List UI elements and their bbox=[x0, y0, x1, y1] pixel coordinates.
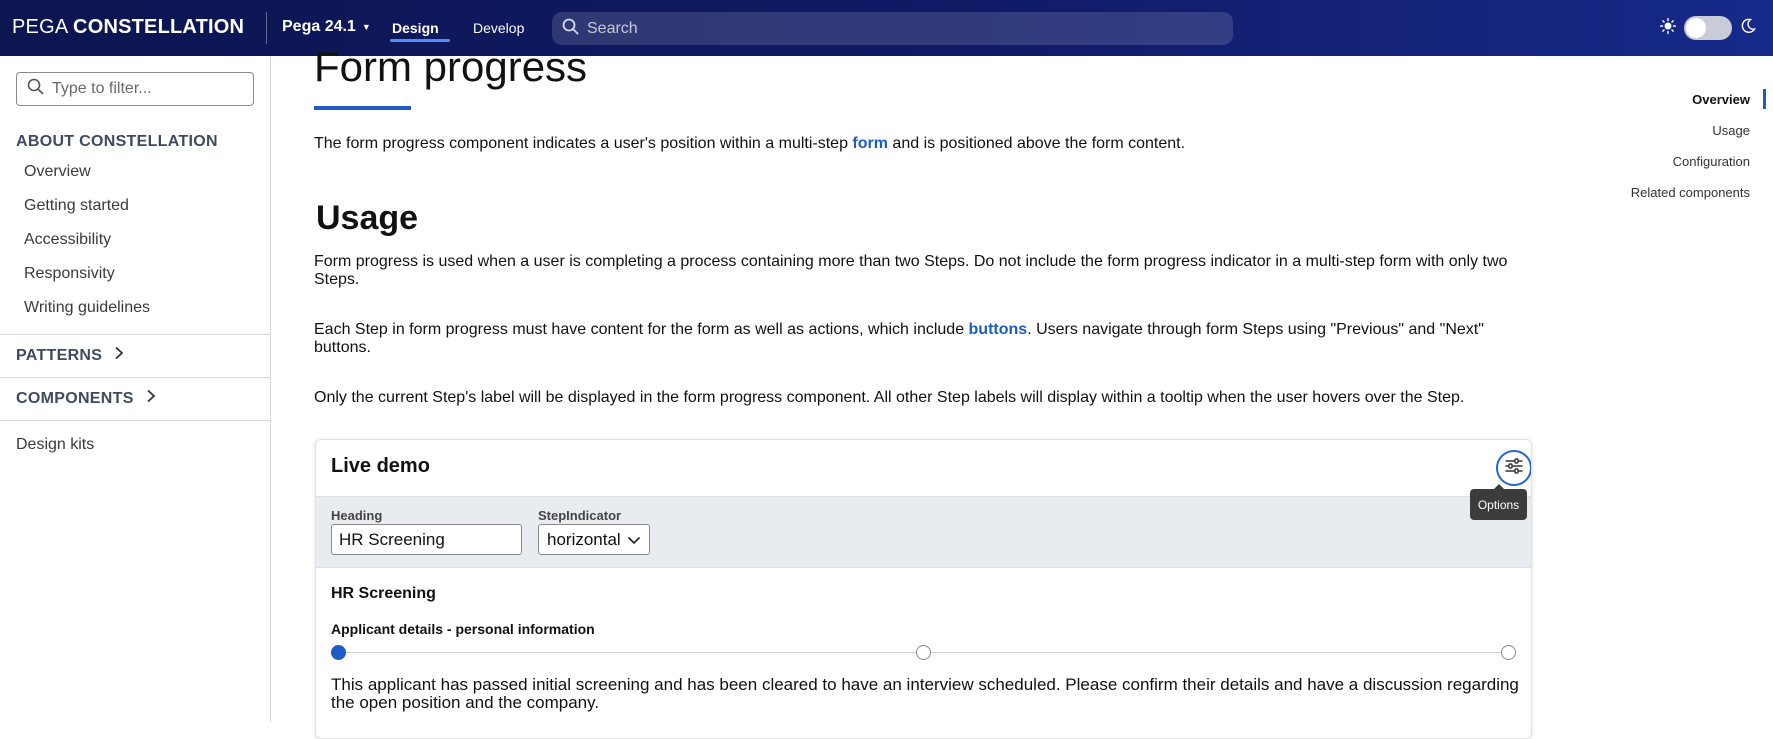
brand-name-part2: CONSTELLATION bbox=[73, 16, 245, 38]
chevron-down-icon bbox=[627, 530, 641, 550]
sliders-icon bbox=[1505, 457, 1523, 479]
search-input[interactable] bbox=[587, 19, 1187, 38]
search-icon bbox=[562, 18, 579, 40]
options-tooltip: Options bbox=[1470, 484, 1527, 520]
toc-active-indicator bbox=[1763, 89, 1766, 109]
toc-item-configuration[interactable]: Configuration bbox=[1673, 154, 1750, 169]
moon-icon bbox=[1740, 18, 1756, 39]
sidebar-item-getting-started[interactable]: Getting started bbox=[24, 197, 129, 215]
intro-text-before: The form progress component indicates a … bbox=[314, 135, 853, 152]
usage-paragraph-3: Only the current Step's label will be di… bbox=[314, 389, 1465, 406]
step-3-indicator[interactable] bbox=[1501, 645, 1516, 660]
toggle-knob bbox=[1686, 18, 1706, 38]
filter-input[interactable] bbox=[52, 80, 242, 98]
step-1-indicator[interactable] bbox=[331, 645, 346, 660]
global-search[interactable] bbox=[552, 12, 1233, 45]
title-underline bbox=[314, 106, 411, 110]
sidebar-divider bbox=[0, 334, 271, 335]
chevron-right-icon bbox=[146, 389, 156, 408]
sidebar-section-patterns[interactable]: PATTERNS bbox=[16, 346, 124, 365]
step-indicator-value: horizontal bbox=[547, 529, 621, 549]
chevron-right-icon bbox=[114, 346, 124, 365]
toc-item-usage[interactable]: Usage bbox=[1712, 123, 1750, 138]
toc-item-overview[interactable]: Overview bbox=[1692, 92, 1750, 107]
search-icon bbox=[27, 78, 44, 100]
main-content: Form progress The form progress componen… bbox=[271, 43, 1532, 739]
theme-switcher bbox=[1660, 16, 1756, 40]
live-demo-card: Live demo Heading StepIndicator horizont… bbox=[315, 439, 1532, 739]
toc-item-related-components[interactable]: Related components bbox=[1631, 185, 1750, 200]
brand-name-part1: PEGA bbox=[12, 16, 68, 38]
brand-logo[interactable]: PEGA CONSTELLATION bbox=[12, 16, 244, 39]
demo-step-content: This applicant has passed initial screen… bbox=[331, 675, 1519, 712]
usage-paragraph-1: Form progress is used when a user is com… bbox=[314, 253, 1508, 288]
tab-develop[interactable]: Develop bbox=[473, 20, 524, 36]
sun-icon bbox=[1660, 17, 1676, 39]
step-indicator-select[interactable]: horizontal bbox=[538, 524, 650, 555]
page-title: Form progress bbox=[314, 43, 588, 90]
header-divider bbox=[266, 12, 267, 44]
usage-heading: Usage bbox=[316, 199, 419, 237]
step-2-indicator[interactable] bbox=[916, 645, 931, 660]
sidebar-section-components[interactable]: COMPONENTS bbox=[16, 389, 156, 408]
sidebar-item-accessibility[interactable]: Accessibility bbox=[24, 231, 111, 249]
options-tooltip-text: Options bbox=[1477, 497, 1520, 512]
tooltip-arrow bbox=[1494, 484, 1504, 489]
top-bar: PEGA CONSTELLATION Pega 24.1 ▼ Design De… bbox=[0, 0, 1773, 56]
heading-option-input[interactable] bbox=[331, 524, 522, 555]
buttons-link[interactable]: buttons bbox=[969, 321, 1028, 338]
heading-option-label: Heading bbox=[331, 508, 383, 523]
options-button[interactable] bbox=[1496, 450, 1531, 486]
form-link[interactable]: form bbox=[852, 135, 888, 152]
live-demo-title: Live demo bbox=[331, 455, 430, 477]
step-indicator-option-label: StepIndicator bbox=[538, 508, 622, 523]
options-panel: Heading StepIndicator horizontal bbox=[316, 496, 1531, 568]
usage-p2-text-before: Each Step in form progress must have con… bbox=[314, 321, 969, 338]
current-step-label: Applicant details - personal information bbox=[331, 621, 595, 637]
patterns-label: PATTERNS bbox=[16, 346, 103, 364]
sidebar-item-responsivity[interactable]: Responsivity bbox=[24, 265, 115, 283]
theme-toggle[interactable] bbox=[1684, 16, 1732, 40]
version-label: Pega 24.1 bbox=[282, 18, 356, 35]
form-heading: HR Screening bbox=[331, 585, 436, 602]
version-dropdown[interactable]: Pega 24.1 ▼ bbox=[282, 18, 371, 36]
sidebar-divider bbox=[0, 420, 271, 421]
section-title-about: ABOUT CONSTELLATION bbox=[16, 133, 218, 150]
tab-design[interactable]: Design bbox=[392, 20, 439, 36]
intro-paragraph: The form progress component indicates a … bbox=[314, 135, 1514, 153]
chevron-down-icon: ▼ bbox=[361, 22, 371, 32]
usage-paragraph-2: Each Step in form progress must have con… bbox=[314, 321, 1514, 357]
sidebar-divider bbox=[0, 377, 271, 378]
sidebar-item-overview[interactable]: Overview bbox=[24, 163, 91, 181]
sidebar-item-design-kits[interactable]: Design kits bbox=[16, 436, 94, 454]
sidebar: ABOUT CONSTELLATION Overview Getting sta… bbox=[0, 56, 271, 722]
sidebar-item-writing-guidelines[interactable]: Writing guidelines bbox=[24, 299, 150, 317]
intro-text-after: and is positioned above the form content… bbox=[887, 135, 1186, 152]
active-tab-indicator bbox=[390, 39, 450, 42]
components-label: COMPONENTS bbox=[16, 389, 134, 407]
filter-field[interactable] bbox=[16, 72, 254, 106]
